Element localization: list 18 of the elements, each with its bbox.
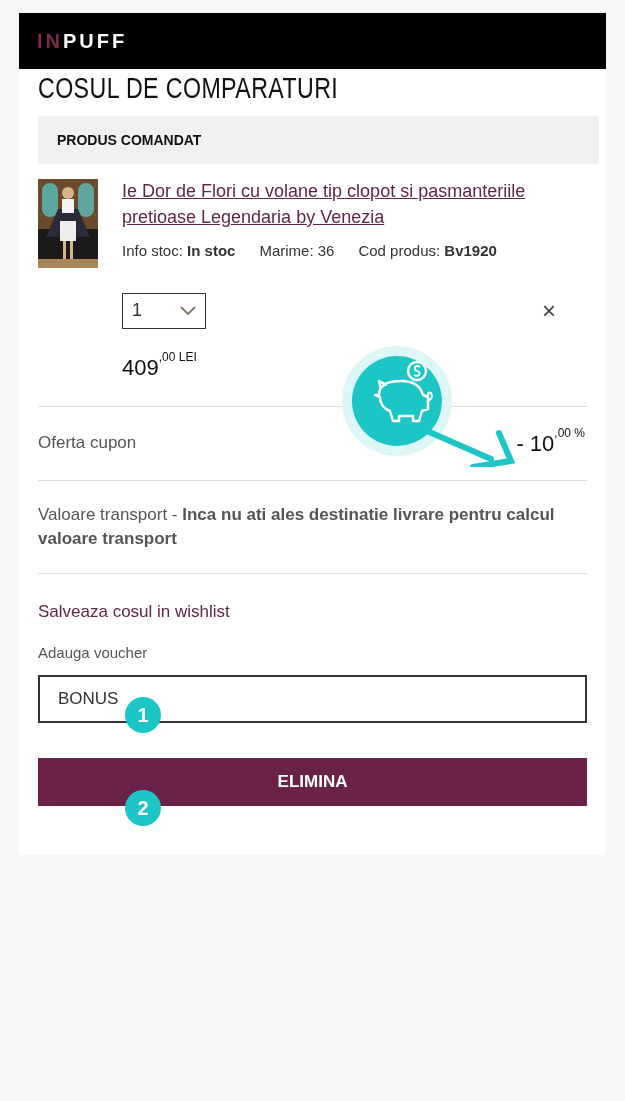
step-badge: 2 <box>125 790 161 826</box>
product-detail: Cod produs: Bv1920 <box>358 241 497 261</box>
wishlist-link[interactable]: Salveaza cosul in wishlist <box>38 598 230 624</box>
coupon-label: Oferta cupon <box>38 432 137 455</box>
chevron-down-icon <box>180 305 196 316</box>
section-heading: PRODUS COMANDAT <box>57 130 202 150</box>
price: 409$^{,00 LEI}$ <box>122 350 198 382</box>
step-badge: 1 <box>125 697 161 733</box>
remove-button[interactable]: × <box>542 292 556 329</box>
logo[interactable]: IN PUFF <box>37 26 128 56</box>
product-detail: Marime: 36 <box>259 241 335 261</box>
product-detail: Info stoc: In stoc <box>122 241 236 261</box>
voucher-label: Adauga voucher <box>38 643 149 663</box>
quantity-select[interactable]: 1 <box>122 292 206 329</box>
transport-note: Valoare transport - Inca nu ati ales destinatie livrare pentru calcul valoare transport <box>38 503 556 550</box>
product-link[interactable]: Ie Dor de Flori cu volane tip clopot si pasmanteriile pretioase Legendaria by Venezia <box>122 178 562 230</box>
coupon-value: - 10$^{,00 %}$ <box>516 426 585 458</box>
page-title: COSUL DE COMPARATURI <box>38 71 340 105</box>
